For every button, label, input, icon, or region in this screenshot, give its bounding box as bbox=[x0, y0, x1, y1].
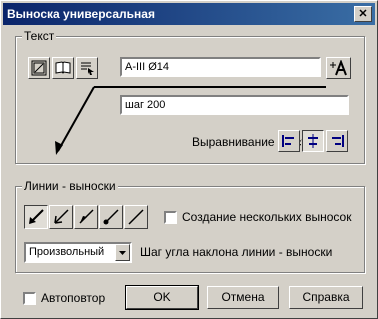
close-button[interactable]: ✕ bbox=[354, 6, 372, 22]
align-right-button[interactable] bbox=[326, 130, 348, 152]
arrow-leader-icon bbox=[29, 209, 44, 224]
text-line-1-input[interactable]: A-III Ø14 bbox=[120, 57, 321, 77]
align-center-button[interactable] bbox=[302, 130, 324, 152]
text-style-button-1[interactable] bbox=[28, 57, 50, 79]
leader-lines-legend: Линии - выноски bbox=[22, 179, 118, 193]
leader-type-dot-button[interactable] bbox=[99, 205, 123, 229]
angle-step-label: Шаг угла наклона линии - выноски bbox=[140, 245, 333, 259]
leader-type-arrow-button[interactable] bbox=[24, 205, 48, 229]
book-icon bbox=[55, 61, 71, 74]
leader-type-half-arrow-button[interactable] bbox=[74, 205, 98, 229]
title-bar[interactable]: Выноска универсальная ✕ bbox=[3, 3, 375, 25]
text-cursor-icon bbox=[81, 62, 94, 75]
multi-leader-checkbox[interactable] bbox=[164, 211, 177, 224]
dropdown-arrow-button[interactable] bbox=[115, 244, 130, 261]
text-style-button-2[interactable] bbox=[52, 57, 74, 79]
text-group-legend: Текст bbox=[22, 29, 57, 43]
open-arrow-leader-icon bbox=[54, 209, 69, 224]
dialog-window: Выноска универсальная ✕ Текст A-III Ø14 … bbox=[0, 0, 378, 319]
window-title: Выноска универсальная bbox=[7, 7, 155, 21]
cancel-button[interactable]: Отмена bbox=[207, 286, 279, 309]
text-group: Текст A-III Ø14 шаг 200 Выравнивание тек… bbox=[15, 29, 365, 164]
half-arrow-leader-icon bbox=[79, 209, 94, 224]
text-frame-icon bbox=[31, 60, 47, 76]
font-button[interactable] bbox=[326, 57, 351, 79]
multi-leader-label: Создание нескольких выносок bbox=[182, 210, 352, 224]
text-style-button-3[interactable] bbox=[76, 57, 98, 79]
dot-leader-icon bbox=[103, 209, 119, 225]
angle-step-select[interactable]: Произвольный bbox=[24, 242, 132, 263]
autorepeat-checkbox[interactable] bbox=[23, 292, 36, 305]
align-center-icon bbox=[308, 134, 318, 148]
chevron-down-icon bbox=[119, 251, 126, 255]
align-right-icon bbox=[332, 135, 344, 147]
help-button[interactable]: Справка bbox=[289, 286, 363, 309]
align-left-button[interactable] bbox=[278, 130, 300, 152]
angle-step-value: Произвольный bbox=[29, 246, 105, 258]
text-line-2-input[interactable]: шаг 200 bbox=[120, 95, 349, 115]
ok-button[interactable]: OK bbox=[125, 285, 199, 310]
plain-leader-icon bbox=[128, 209, 144, 225]
align-left-icon bbox=[282, 135, 294, 147]
autorepeat-label: Автоповтор bbox=[41, 291, 106, 305]
leader-type-open-arrow-button[interactable] bbox=[49, 205, 73, 229]
leader-type-line-button[interactable] bbox=[124, 205, 148, 229]
leader-lines-group: Линии - выноски Создание нескольких выно… bbox=[15, 179, 365, 273]
font-a-icon bbox=[330, 60, 347, 76]
